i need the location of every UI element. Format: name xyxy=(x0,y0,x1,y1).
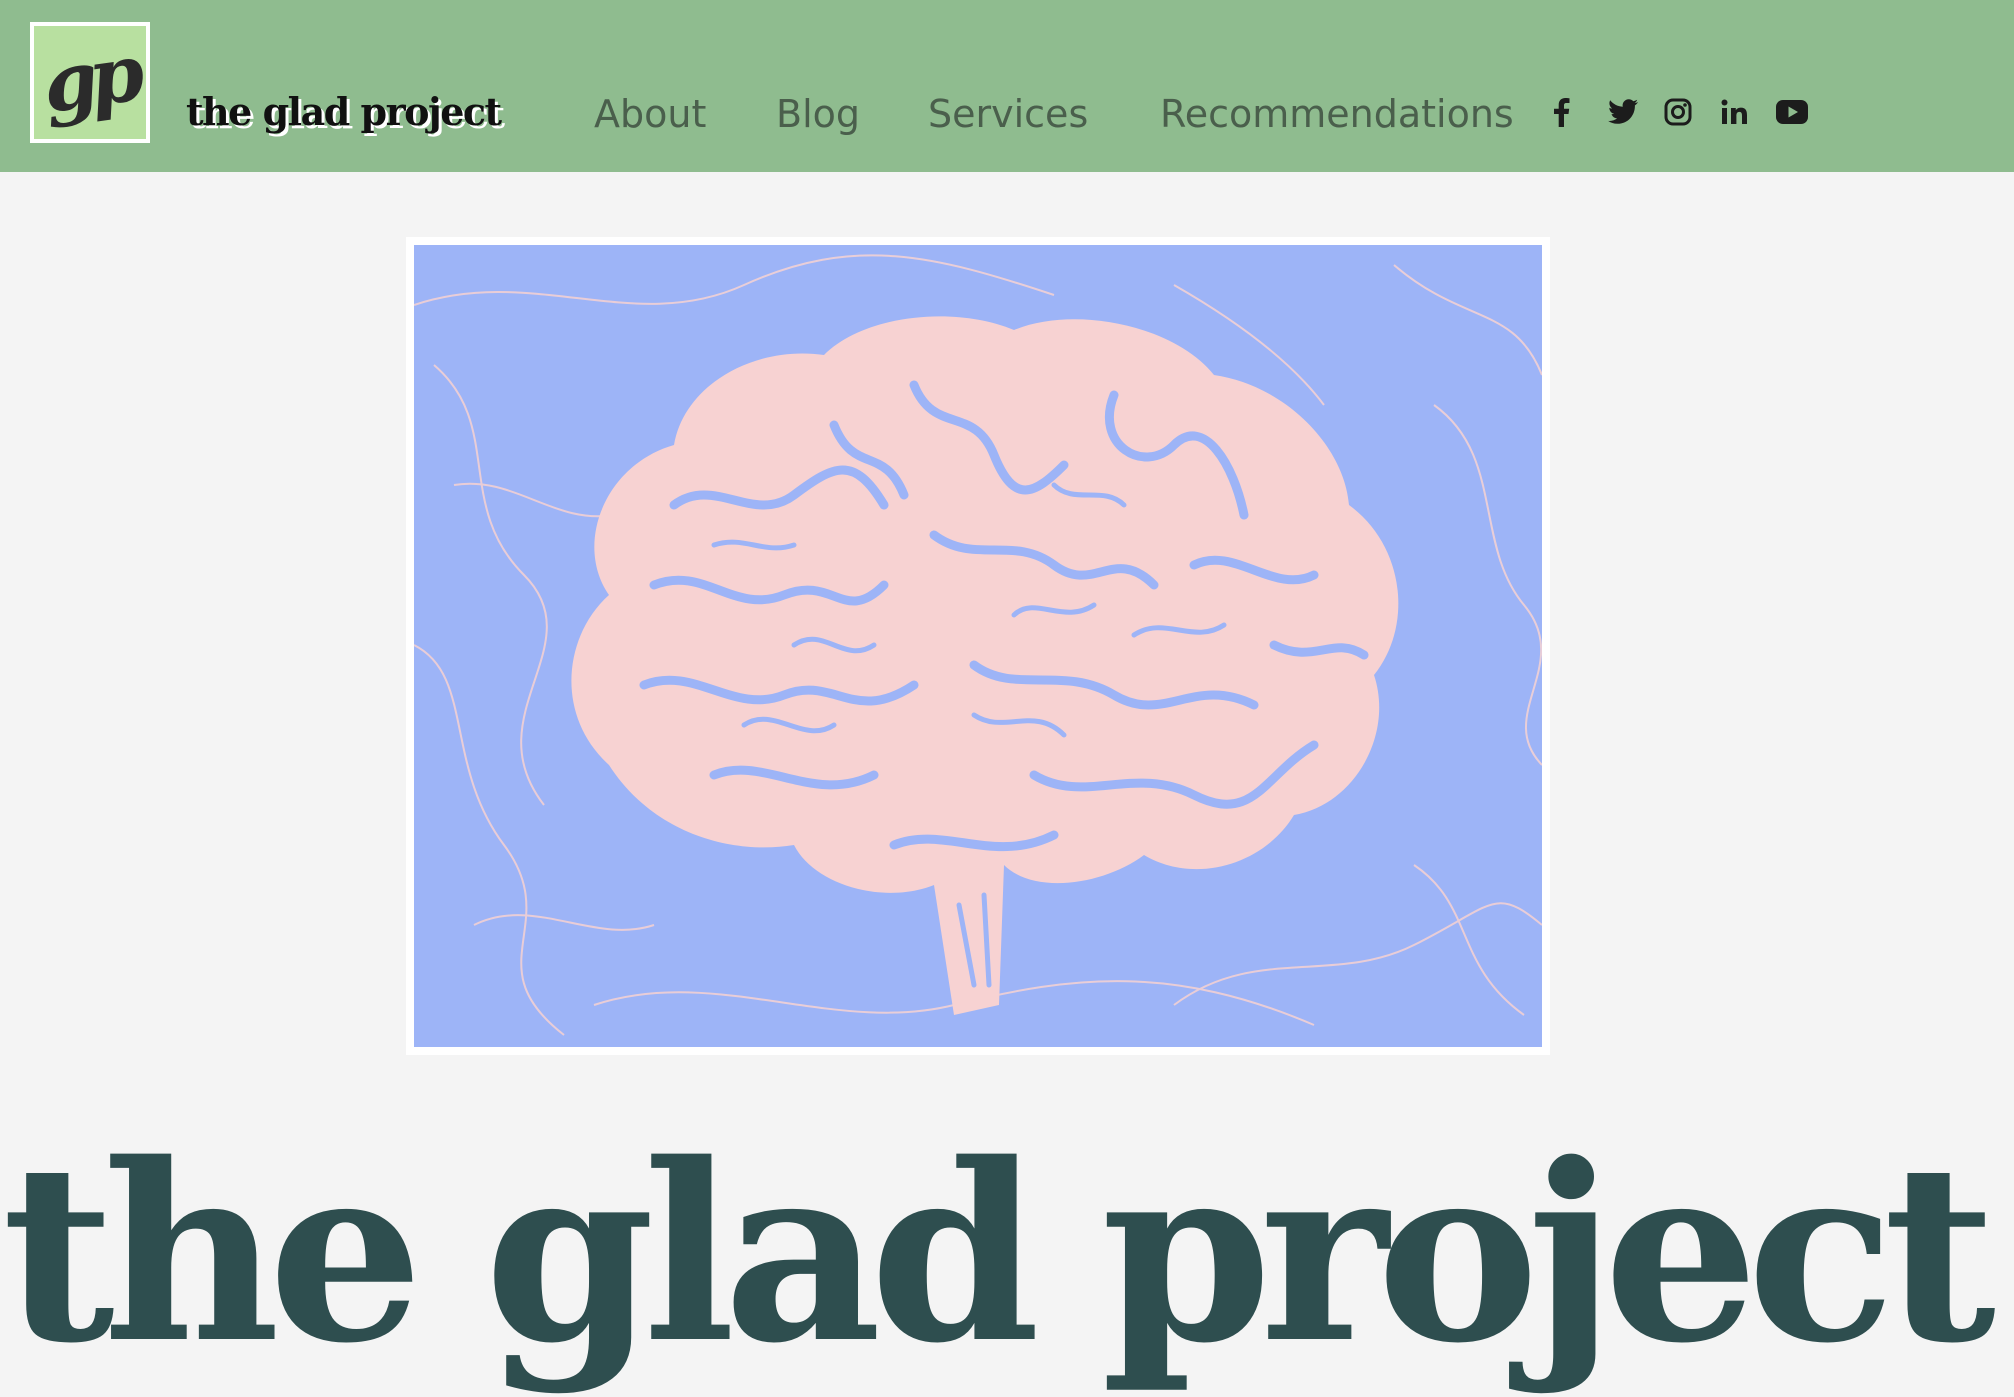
site-logo[interactable]: gp xyxy=(30,22,150,143)
hero-image-frame xyxy=(406,237,1550,1055)
nav-item-blog[interactable]: Blog xyxy=(776,88,860,140)
facebook-icon[interactable] xyxy=(1544,95,1578,129)
youtube-icon[interactable] xyxy=(1775,95,1809,129)
instagram-icon[interactable] xyxy=(1661,95,1695,129)
linkedin-icon[interactable] xyxy=(1717,95,1751,129)
page-title: the glad project xyxy=(2,1110,1996,1397)
nav-item-recommendations[interactable]: Recommendations xyxy=(1160,88,1514,140)
nav-item-about[interactable]: About xyxy=(594,88,706,140)
site-header: gp the glad project About Blog Services … xyxy=(0,0,2014,172)
nav-item-services[interactable]: Services xyxy=(928,88,1088,140)
brain-illustration xyxy=(414,245,1542,1047)
site-brand-name[interactable]: the glad project xyxy=(186,88,502,136)
twitter-icon[interactable] xyxy=(1606,95,1640,129)
logo-text: gp xyxy=(37,27,143,131)
